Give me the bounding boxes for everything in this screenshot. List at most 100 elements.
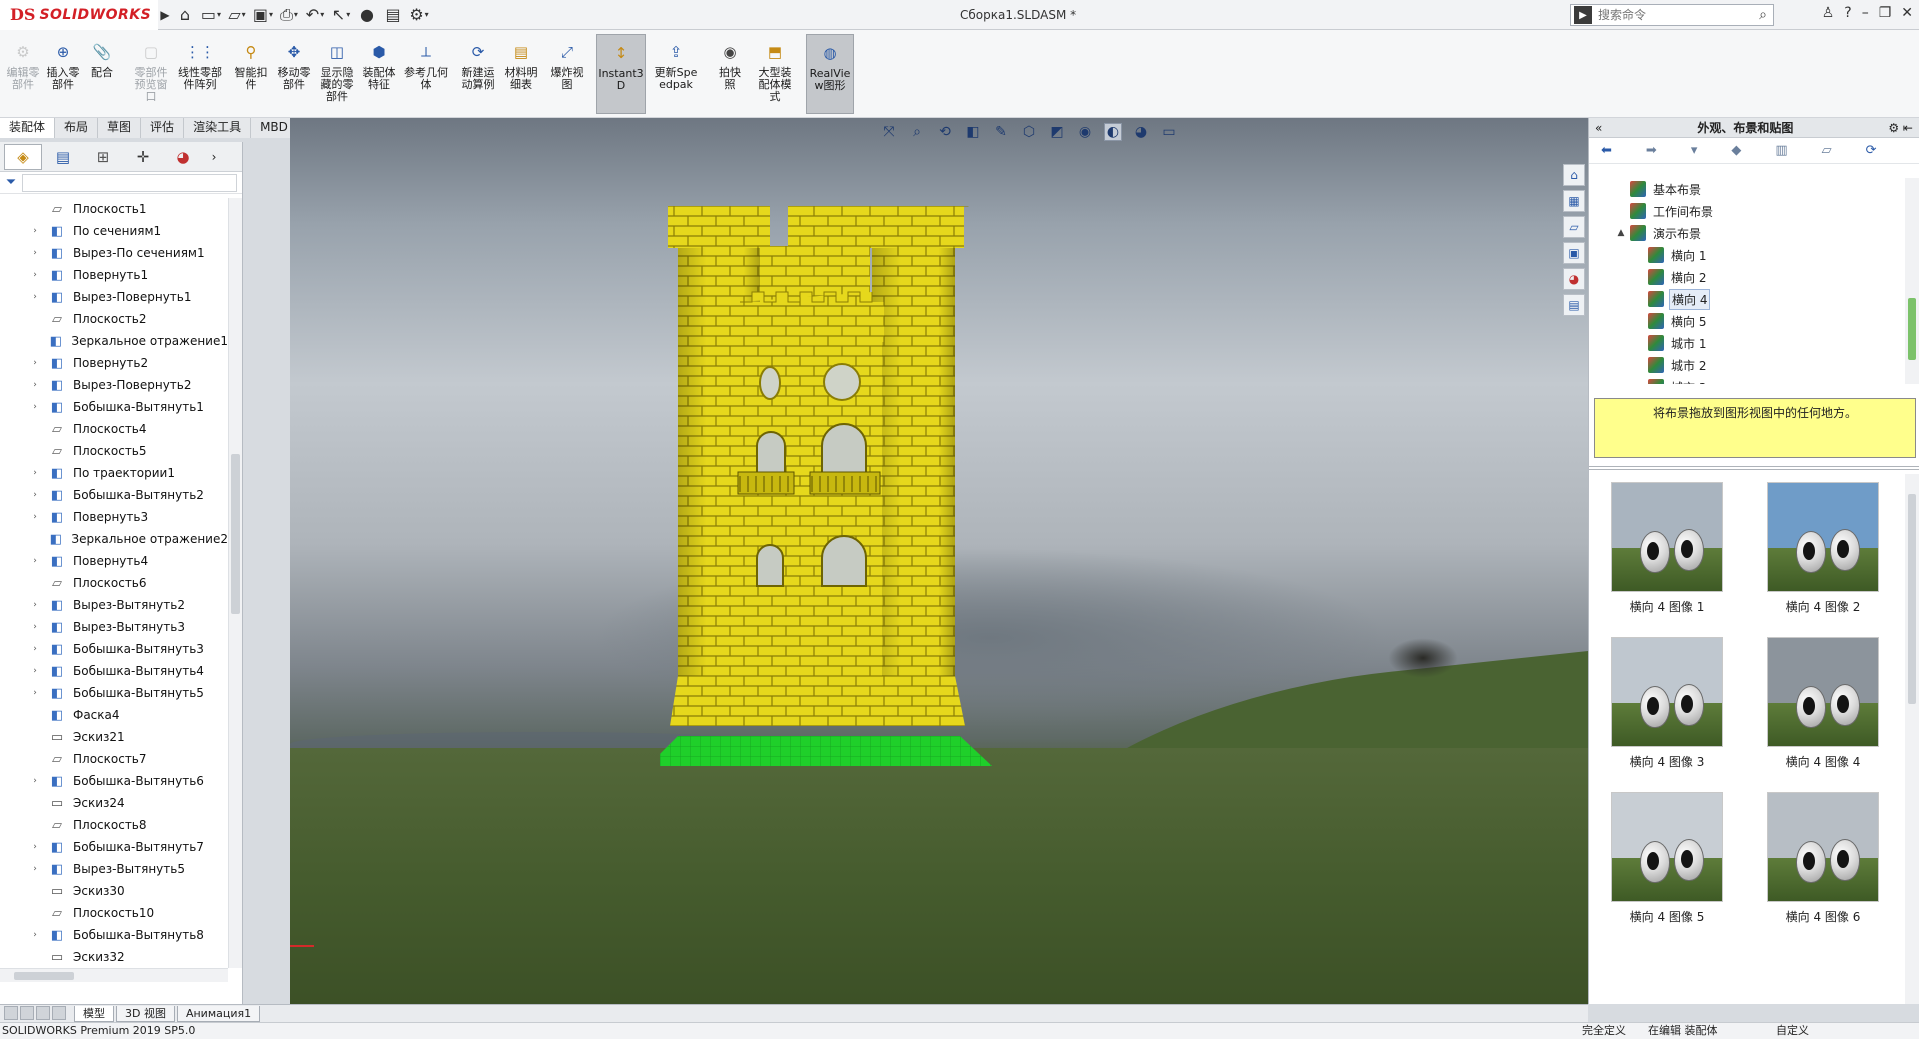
more-tabs-arrow-icon[interactable]: › <box>204 144 224 170</box>
tree-item[interactable]: › ◧ Бобышка-Вытянуть8 <box>0 924 228 946</box>
minimize-icon[interactable]: – <box>1862 5 1869 21</box>
scene-thumbnail[interactable]: 横向 4 图像 2 <box>1767 482 1879 615</box>
undo-icon[interactable]: ↶ ▾ <box>302 2 328 28</box>
filter-input[interactable] <box>22 173 237 192</box>
select-pointer-icon[interactable]: ↖ ▾ <box>328 2 354 28</box>
tree-item[interactable]: ▱ Плоскость4 <box>0 418 228 440</box>
tree-item[interactable]: › ◧ Бобышка-Вытянуть4 <box>0 660 228 682</box>
tree-horizontal-scrollbar[interactable] <box>0 968 228 982</box>
tree-item[interactable]: › ◧ Бобышка-Вытянуть6 <box>0 770 228 792</box>
castle-model[interactable] <box>660 206 1000 766</box>
tree-item[interactable]: ▭ Эскиз32 <box>0 946 228 968</box>
view-settings-icon[interactable]: ▭ <box>1160 124 1178 140</box>
restore-icon[interactable]: ❐ <box>1879 5 1892 21</box>
menu-expand-arrow-icon[interactable]: ▶ <box>158 0 172 30</box>
ribbon-button-5[interactable]: ⚲ 智能扣件 <box>232 34 270 114</box>
expand-arrow-icon[interactable]: › <box>28 622 42 632</box>
property-manager-tab-icon[interactable]: ▤ <box>44 144 82 170</box>
section-view-icon[interactable]: ◧ <box>964 124 982 140</box>
tree-item[interactable]: ▱ Плоскость10 <box>0 902 228 924</box>
forward-arrow-icon[interactable]: ➡ <box>1646 143 1657 158</box>
tree-item[interactable]: › ◧ Бобышка-Вытянуть7 <box>0 836 228 858</box>
scene-thumbnail[interactable]: 横向 4 图像 6 <box>1767 792 1879 925</box>
ribbon-button-16[interactable]: ⬒ 大型装配体模式 <box>752 34 798 114</box>
command-tab-4[interactable]: 渲染工具 <box>184 118 252 138</box>
tree-item[interactable]: › ◧ Бобышка-Вытянуть3 <box>0 638 228 660</box>
prev-tab-arrow-icon[interactable] <box>20 1005 34 1020</box>
search-input[interactable] <box>1592 6 1753 24</box>
view-orientation-icon[interactable]: ⬡ <box>1020 124 1038 140</box>
scroll-thumb[interactable] <box>1908 298 1916 360</box>
ribbon-button-11[interactable]: ▤ 材料明细表 <box>500 34 542 114</box>
ribbon-button-1[interactable]: ⊕ 插入零部件 <box>44 34 82 114</box>
new-document-icon[interactable]: ▭ ▾ <box>198 2 224 28</box>
scene-tree-item[interactable]: 横向 5 <box>1589 310 1905 332</box>
expand-arrow-icon[interactable]: › <box>28 358 42 368</box>
scene-tree-item[interactable]: 城市 2 <box>1589 354 1905 376</box>
tree-item[interactable]: ◧ Зеркальное отражение2 <box>0 528 228 550</box>
display-manager-tab-icon[interactable]: ◕ <box>164 144 202 170</box>
options-gear-icon[interactable]: ⚙ ▾ <box>406 2 432 28</box>
ribbon-button-15[interactable]: ◉ 拍快照 <box>712 34 748 114</box>
add-folder-icon[interactable]: ▱ <box>1822 143 1832 158</box>
tree-item[interactable]: ▱ Плоскость1 <box>0 198 228 220</box>
scene-thumbnail[interactable]: 横向 4 图像 4 <box>1767 637 1879 770</box>
display-style-icon[interactable]: ◩ <box>1048 124 1066 140</box>
rebuild-traffic-light-icon[interactable]: ● <box>354 2 380 28</box>
configuration-manager-tab-icon[interactable]: ⊞ <box>84 144 122 170</box>
custom-properties-tab-icon[interactable]: ▤ <box>1563 294 1585 316</box>
expand-arrow-icon[interactable]: › <box>28 402 42 412</box>
ribbon-button-3[interactable]: ▢ 零部件预览窗口 <box>132 34 170 114</box>
expand-arrow-icon[interactable]: › <box>28 380 42 390</box>
tree-item[interactable]: › ◧ Вырез-Вытянуть2 <box>0 594 228 616</box>
scene-tree-item[interactable]: 工作间布景 <box>1589 200 1905 222</box>
expand-arrow-icon[interactable]: ▲ <box>1615 228 1627 238</box>
pane-splitter[interactable] <box>1589 466 1919 470</box>
tree-item[interactable]: ▱ Плоскость2 <box>0 308 228 330</box>
expand-arrow-icon[interactable]: › <box>28 842 42 852</box>
tree-item[interactable]: ▱ Плоскость8 <box>0 814 228 836</box>
feature-manager-tab-icon[interactable]: ◈ <box>4 143 42 170</box>
design-library-tab-icon[interactable]: ▦ <box>1563 190 1585 212</box>
scene-tree-item[interactable]: ▲ 演示布景 <box>1589 222 1905 244</box>
dynamic-annotation-icon[interactable]: ✎ <box>992 124 1010 140</box>
scene-thumbnail[interactable]: 横向 4 图像 5 <box>1611 792 1723 925</box>
ribbon-button-10[interactable]: ⟳ 新建运动算例 <box>458 34 498 114</box>
user-icon[interactable]: ♙ <box>1822 5 1835 21</box>
ribbon-button-13[interactable]: ↕ Instant3D <box>596 34 646 114</box>
tree-item[interactable]: › ◧ Вырез-Вытянуть5 <box>0 858 228 880</box>
zoom-to-area-icon[interactable]: ⌕ <box>908 124 926 140</box>
tree-item[interactable]: › ◧ Вырез-По сечениям1 <box>0 242 228 264</box>
expand-arrow-icon[interactable]: › <box>28 468 42 478</box>
scene-thumbnail[interactable]: 横向 4 图像 1 <box>1611 482 1723 615</box>
ribbon-button-17[interactable]: ◍ RealView图形 <box>806 34 854 114</box>
tree-item[interactable]: › ◧ По сечениям1 <box>0 220 228 242</box>
model-tab-1[interactable]: 3D 视图 <box>116 1005 175 1022</box>
scene-tree-item[interactable]: 横向 4 <box>1589 288 1905 310</box>
search-scope-icon[interactable]: ▶ <box>1574 6 1592 24</box>
zoom-to-fit-icon[interactable]: ⤧ <box>880 124 898 140</box>
model-tab-0[interactable]: 模型 <box>74 1005 114 1022</box>
expand-arrow-icon[interactable]: › <box>28 270 42 280</box>
tree-item[interactable]: › ◧ Повернуть4 <box>0 550 228 572</box>
command-tab-3[interactable]: 评估 <box>141 118 185 138</box>
tree-item[interactable]: › ◧ По траектории1 <box>0 462 228 484</box>
help-icon[interactable]: ? <box>1844 5 1851 21</box>
scene-thumbnail[interactable]: 横向 4 图像 3 <box>1611 637 1723 770</box>
solidworks-logo[interactable]: DS SOLIDWORKS <box>0 0 158 30</box>
command-tab-2[interactable]: 草图 <box>98 118 142 138</box>
tree-item[interactable]: ▱ Плоскость7 <box>0 748 228 770</box>
expand-arrow-icon[interactable]: › <box>28 556 42 566</box>
tree-item[interactable]: › ◧ Повернуть2 <box>0 352 228 374</box>
expand-arrow-icon[interactable]: › <box>28 490 42 500</box>
model-tab-2[interactable]: Анимация1 <box>176 1005 261 1022</box>
hide-show-items-icon[interactable]: ◉ <box>1076 124 1094 140</box>
ribbon-button-2[interactable]: 📎 配合 <box>82 34 122 114</box>
ribbon-button-9[interactable]: ⟂ 参考几何体 <box>400 34 452 114</box>
ribbon-button-0[interactable]: ⚙ 编辑零部件 <box>4 34 42 114</box>
search-commands-box[interactable]: ▶ ⌕ <box>1570 4 1774 26</box>
expand-arrow-icon[interactable]: › <box>28 248 42 258</box>
solidworks-resources-tab-icon[interactable]: ⌂ <box>1563 164 1585 186</box>
tree-item[interactable]: ▱ Плоскость6 <box>0 572 228 594</box>
expand-arrow-icon[interactable]: › <box>28 600 42 610</box>
